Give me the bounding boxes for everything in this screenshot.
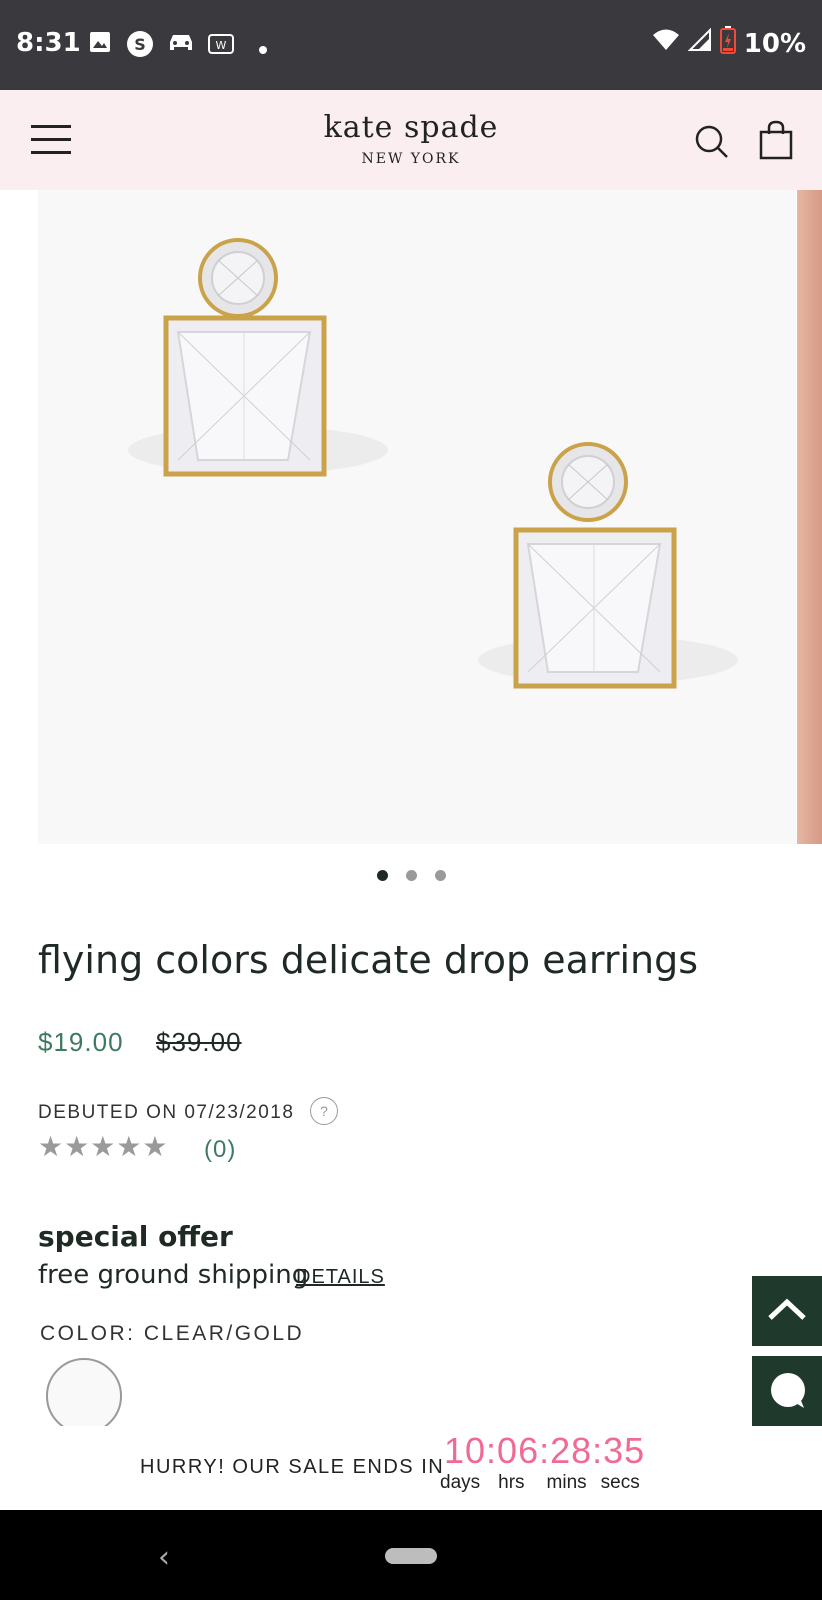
chat-bubble-icon: [771, 1373, 805, 1408]
star-rating[interactable]: ★★★★★: [38, 1130, 169, 1163]
pagination-dot-1[interactable]: [376, 870, 388, 881]
earring-image-2: [478, 442, 738, 689]
wifi-icon: [652, 28, 680, 59]
product-title: flying colors delicate drop earrings: [38, 938, 699, 982]
chat-button[interactable]: [752, 1356, 822, 1426]
countdown-units: days hrs mins secs: [440, 1472, 640, 1494]
sale-price: $19.00: [38, 1027, 124, 1057]
android-nav-bar: ‹: [0, 1510, 822, 1600]
special-offer-text: free ground shipping: [38, 1260, 309, 1290]
gallery-pagination: [0, 870, 822, 881]
scroll-to-top-button[interactable]: [752, 1276, 822, 1346]
product-image[interactable]: [38, 190, 796, 844]
original-price: $39.00: [156, 1027, 242, 1057]
special-offer-title: special offer: [38, 1220, 233, 1253]
debuted-date: DEBUTED ON 07/23/2018: [38, 1102, 295, 1123]
image-icon: [88, 30, 112, 58]
review-count[interactable]: (0): [204, 1136, 236, 1164]
signal-icon: [687, 27, 712, 59]
battery-percent: 10%: [743, 28, 806, 59]
unit-hrs: hrs: [498, 1472, 525, 1493]
pagination-dot-2[interactable]: [405, 870, 417, 881]
shopping-bag-icon[interactable]: [758, 120, 794, 165]
pagination-dot-3[interactable]: [434, 870, 446, 881]
status-bar: 8:31 S W 10%: [0, 0, 822, 90]
home-pill-icon[interactable]: [385, 1548, 437, 1564]
color-label: COLOR: CLEAR/GOLD: [40, 1322, 305, 1345]
search-icon[interactable]: [694, 124, 730, 165]
status-right: 10%: [652, 26, 806, 61]
site-header: kate spade NEW YORK: [0, 90, 822, 190]
chevron-up-icon: [768, 1298, 806, 1320]
s-icon: S: [126, 30, 154, 62]
swatch-clip: [40, 1426, 130, 1438]
battery-icon: [719, 26, 736, 61]
dot-icon: [258, 40, 268, 59]
help-icon[interactable]: ?: [310, 1097, 338, 1125]
svg-text:W: W: [216, 39, 227, 52]
countdown-timer: 10:06:28:35: [444, 1430, 646, 1471]
status-time: 8:31: [16, 28, 81, 58]
unit-secs: secs: [600, 1472, 640, 1493]
earring-image-1: [128, 238, 388, 477]
unit-days: days: [440, 1472, 481, 1493]
next-image-peek[interactable]: [797, 190, 822, 844]
color-swatch-clear-gold[interactable]: [46, 1358, 122, 1434]
car-icon: [166, 30, 196, 58]
sale-banner-label: HURRY! OUR SALE ENDS IN: [140, 1456, 445, 1478]
w-icon: W: [208, 34, 234, 58]
unit-mins: mins: [546, 1472, 587, 1493]
details-link[interactable]: DETAILS: [296, 1266, 385, 1289]
back-icon[interactable]: ‹: [158, 1540, 170, 1575]
svg-text:S: S: [134, 35, 146, 54]
